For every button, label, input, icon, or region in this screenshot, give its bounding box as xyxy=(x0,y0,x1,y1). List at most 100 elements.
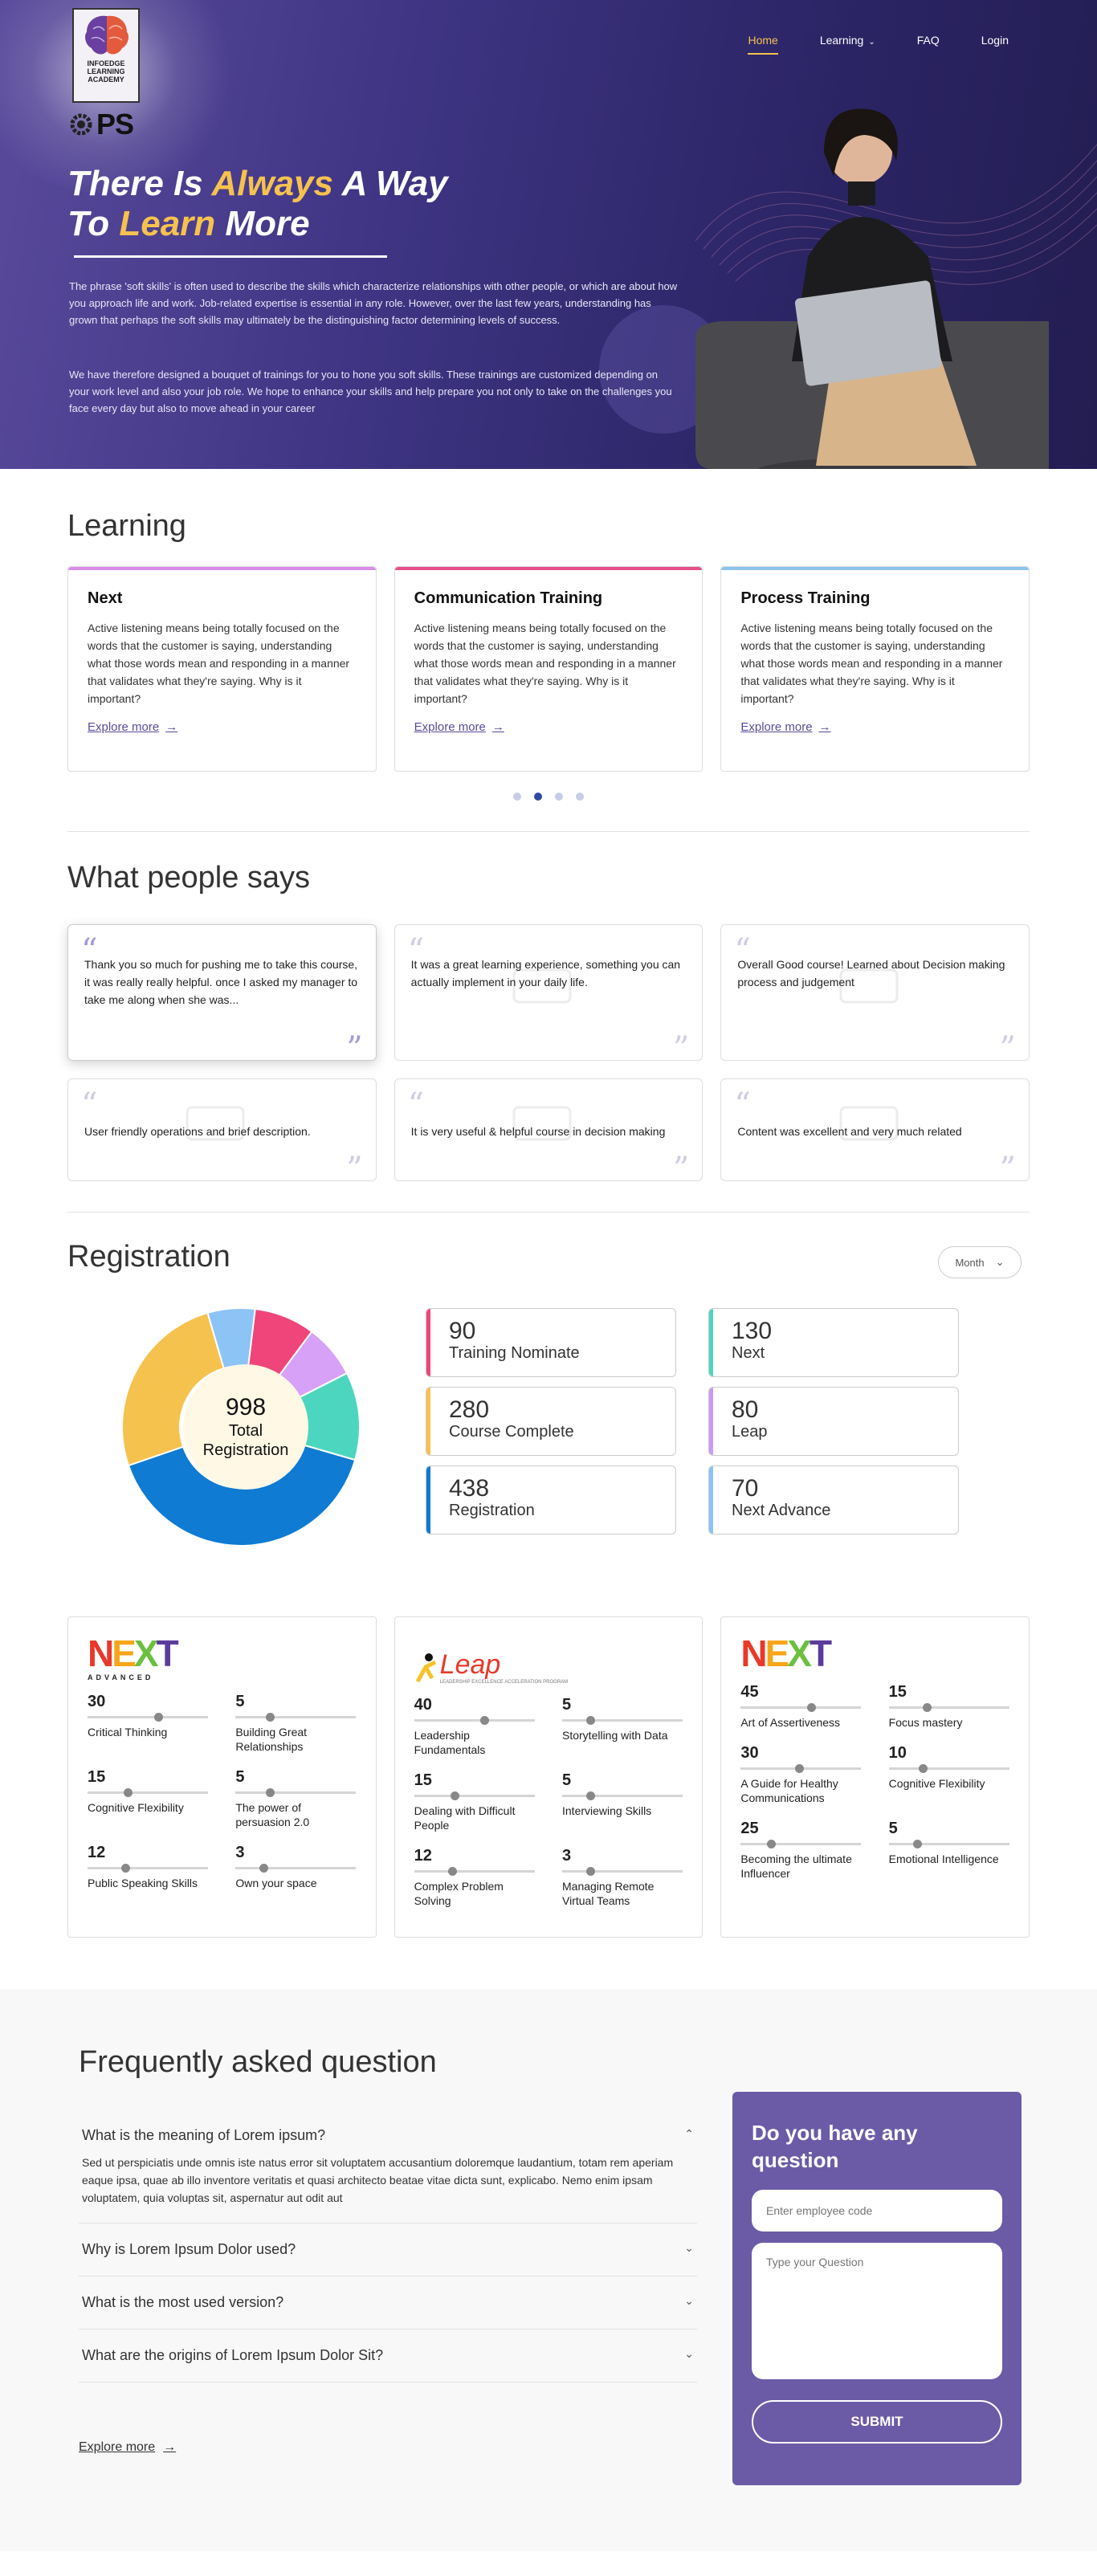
skill-progress-bar xyxy=(740,1703,862,1712)
skill-item: 5 Building Great Relationships xyxy=(235,1693,357,1754)
learning-card[interactable]: Process Training Active listening means … xyxy=(720,566,1030,772)
quote-open-icon: “ xyxy=(407,1086,425,1123)
skill-item: 15 Dealing with Difficult People xyxy=(414,1771,535,1832)
skill-progress-handle xyxy=(265,1788,275,1797)
nav-learning-label: Learning xyxy=(819,34,864,47)
skill-item: 5 The power of persuasion 2.0 xyxy=(235,1768,357,1829)
pager-dot[interactable] xyxy=(576,793,584,801)
skill-name: Cognitive Flexibility xyxy=(88,1801,184,1814)
hero-banner: INFOEDGE LEARNING ACADEMY PS Home Learni… xyxy=(0,0,1097,469)
question-textarea[interactable] xyxy=(752,2243,1002,2379)
skill-progress-handle xyxy=(153,1713,163,1722)
hero-title-highlight: Learn xyxy=(119,204,216,243)
leap-logo-subtitle: LEADERSHIP EXCELLENCE ACCELERATION PROGR… xyxy=(439,1680,569,1685)
skill-name: Complex Problem Solving xyxy=(414,1880,504,1907)
explore-more-link[interactable]: Explore more → xyxy=(414,720,504,734)
next-logo: NEXT xyxy=(740,1632,832,1674)
faq-question-text: What is the meaning of Lorem ipsum? xyxy=(82,2127,326,2143)
chat-bubble-icon xyxy=(512,1106,572,1141)
skill-item: 5 Storytelling with Data xyxy=(562,1696,683,1757)
stat-value: 130 xyxy=(732,1318,773,1344)
skill-count: 15 xyxy=(888,1683,907,1701)
faq-title: Frequently asked question xyxy=(79,2045,437,2079)
skill-count: 30 xyxy=(88,1693,106,1710)
skill-item: 5 Emotional Intelligence xyxy=(888,1820,1009,1881)
testimonial-card[interactable]: “Content was excellent and very much rel… xyxy=(720,1078,1030,1181)
explore-more-link[interactable]: Explore more → xyxy=(88,720,177,734)
pager-dot[interactable] xyxy=(513,793,521,801)
quote-open-icon: “ xyxy=(734,932,751,969)
pager-dot[interactable] xyxy=(555,793,563,801)
learning-card[interactable]: Next Active listening means being totall… xyxy=(67,566,377,772)
quote-open-icon: “ xyxy=(81,932,98,969)
nav-home[interactable]: Home xyxy=(748,34,779,55)
skill-item: 30 Critical Thinking xyxy=(88,1693,208,1754)
chat-bubble-icon xyxy=(186,1106,245,1141)
skill-progress-handle xyxy=(767,1840,777,1848)
stat-card: 80 Leap xyxy=(708,1387,959,1456)
stat-value: 438 xyxy=(449,1475,490,1502)
hero-title: There Is Always A Way To Learn More xyxy=(67,164,448,244)
testimonial-card[interactable]: “It was a great learning experience, som… xyxy=(394,924,703,1061)
program-card-next[interactable]: NEXT 45 Art of Assertiveness 15 Focus maste… xyxy=(720,1616,1030,1938)
skill-list: 30 Critical Thinking 5 Building Great Relat… xyxy=(88,1693,357,1890)
skill-progress-bar xyxy=(888,1703,1009,1712)
testimonial-card[interactable]: “User friendly operations and brief desc… xyxy=(67,1078,377,1181)
faq-explore-more-link[interactable]: Explore more → xyxy=(79,2440,176,2455)
skill-progress-bar xyxy=(888,1764,1009,1773)
explore-more-link[interactable]: Explore more → xyxy=(740,720,830,734)
skill-count: 45 xyxy=(740,1683,759,1701)
skill-progress-handle xyxy=(259,1864,269,1873)
pager-dot-active[interactable] xyxy=(534,793,542,801)
card-text: Active listening means being totally foc… xyxy=(414,622,676,705)
quote-close-icon: ” xyxy=(672,1030,690,1061)
skill-item: 10 Cognitive Flexibility xyxy=(888,1744,1009,1805)
testimonial-card[interactable]: “Thank you so much for pushing me to tak… xyxy=(67,924,377,1061)
skill-count: 5 xyxy=(562,1771,572,1789)
stat-label: Course Complete xyxy=(449,1423,574,1441)
nav-learning[interactable]: Learning ⌄ xyxy=(820,34,875,47)
nav-login[interactable]: Login xyxy=(981,34,1009,47)
quote-close-icon: ” xyxy=(999,1030,1016,1061)
academy-logo[interactable]: INFOEDGE LEARNING ACADEMY xyxy=(72,8,140,103)
skill-item: 25 Becoming the ultimate Influencer xyxy=(740,1820,862,1881)
skill-progress-handle xyxy=(586,1791,595,1800)
question-form: Do you have any question SUBMIT xyxy=(732,2092,1022,2485)
skill-progress-bar xyxy=(562,1791,683,1800)
card-title: Communication Training xyxy=(414,589,603,607)
testimonial-card[interactable]: “It is very useful & helpful course in d… xyxy=(394,1078,703,1181)
skill-progress-handle xyxy=(806,1703,816,1712)
skill-progress-bar xyxy=(740,1764,862,1773)
nav-faq[interactable]: FAQ xyxy=(917,34,940,47)
submit-button[interactable]: SUBMIT xyxy=(752,2400,1002,2444)
month-filter-select[interactable]: Month ⌄ xyxy=(938,1246,1022,1278)
woman-with-laptop-illustration xyxy=(695,108,1049,469)
learning-card[interactable]: Communication Training Active listening … xyxy=(394,566,703,772)
card-title: Process Training xyxy=(740,589,871,607)
testimonials-title: What people says xyxy=(67,861,311,895)
stat-value: 80 xyxy=(732,1396,759,1423)
skill-name: Dealing with Difficult People xyxy=(414,1804,516,1832)
program-card-next-advanced[interactable]: NEXT ADVANCED 30 Critical Thinking 5 Buildi… xyxy=(67,1616,377,1938)
testimonial-card[interactable]: “Overall Good course! Learned about Deci… xyxy=(720,924,1030,1061)
leap-logo-text: Leap xyxy=(439,1649,501,1680)
question-form-title: Do you have any question xyxy=(752,2121,918,2172)
skill-progress-handle xyxy=(919,1764,928,1773)
skill-item: 5 Interviewing Skills xyxy=(562,1771,683,1832)
program-card-leap[interactable]: Leap LEADERSHIP EXCELLENCE ACCELERATION P… xyxy=(394,1616,703,1938)
skill-count: 5 xyxy=(888,1820,898,1837)
hero-title-part: To xyxy=(67,204,120,243)
stat-card: 280 Course Complete xyxy=(426,1387,676,1456)
employee-code-input[interactable] xyxy=(752,2190,1002,2232)
faq-question[interactable]: What is the most used version? ⌄ xyxy=(79,2276,697,2329)
faq-question[interactable]: What are the origins of Lorem Ipsum Dolo… xyxy=(79,2329,697,2382)
skill-item: 3 Managing Remote Virtual Teams xyxy=(562,1847,683,1908)
skill-name: The power of persuasion 2.0 xyxy=(235,1801,310,1828)
month-filter-value: Month xyxy=(955,1256,985,1269)
faq-question[interactable]: Why is Lorem Ipsum Dolor used? ⌄ xyxy=(79,2223,697,2276)
arrow-right-icon: → xyxy=(491,720,504,734)
skill-count: 15 xyxy=(88,1768,106,1786)
skill-count: 3 xyxy=(235,1844,245,1861)
chat-bubble-icon xyxy=(512,968,572,1004)
testimonial-text: Thank you so much for pushing me to take… xyxy=(84,958,358,1006)
